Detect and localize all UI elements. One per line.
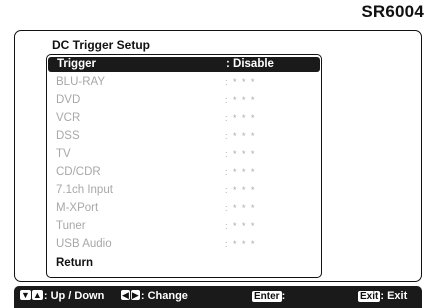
menu-item-label: USB Audio	[56, 238, 112, 250]
menu-item-label: VCR	[56, 112, 81, 124]
menu-item-value: : * * *	[225, 239, 257, 249]
menu-item-dvd: DVD : * * *	[47, 93, 321, 108]
menu-item-value: : * * *	[225, 221, 257, 231]
menu-item-m-xport: M-XPort : * * *	[47, 201, 321, 216]
updown-text: : Up / Down	[43, 290, 105, 302]
menu-item-vcr: VCR : * * *	[47, 111, 321, 126]
change-text: : Change	[140, 290, 188, 302]
exit-guide: Exit: Exit	[358, 290, 407, 302]
right-arrow-icon: ▶	[130, 290, 140, 300]
enter-text: :	[281, 290, 286, 302]
menu-item-label: CD/CDR	[56, 166, 101, 178]
menu-item-value: : * * *	[225, 131, 257, 141]
menu-item-value: : * * *	[225, 167, 257, 177]
menu-item-label: Return	[56, 257, 94, 269]
menu-item-value: : * * *	[225, 185, 257, 195]
menu-item-value: : * * *	[225, 149, 257, 159]
menu-item-cd-cdr: CD/CDR : * * *	[47, 165, 321, 180]
menu-item-7-1ch-input: 7.1ch Input : * * *	[47, 183, 321, 198]
menu-item-label: DVD	[56, 94, 81, 106]
menu-item-tv: TV : * * *	[47, 147, 321, 162]
model-name: SR6004	[361, 2, 424, 21]
enter-key: Enter	[252, 291, 282, 302]
menu-item-label: Tuner	[56, 220, 86, 232]
up-arrow-icon: ▲	[31, 290, 43, 300]
trigger-menu: Trigger : Disable BLU-RAY : * * * DVD : …	[46, 54, 322, 278]
key-guide-bar: ▼ ▲: Up / Down ◀ ▶: Change Enter: Exit: Ex…	[14, 286, 422, 308]
menu-item-label: TV	[56, 148, 71, 160]
menu-item-value: : * * *	[225, 113, 257, 123]
updown-guide: ▼ ▲: Up / Down	[20, 290, 104, 302]
down-arrow-icon: ▼	[20, 290, 31, 300]
menu-item-value: : * * *	[225, 95, 257, 105]
change-guide: ◀ ▶: Change	[121, 290, 188, 302]
menu-item-label: DSS	[56, 130, 80, 142]
enter-guide: Enter:	[252, 290, 285, 302]
left-arrow-icon: ◀	[121, 290, 130, 300]
menu-item-value: : * * *	[225, 77, 257, 87]
menu-item-blu-ray: BLU-RAY : * * *	[47, 75, 321, 90]
menu-item-tuner: Tuner : * * *	[47, 219, 321, 234]
exit-key: Exit	[358, 291, 381, 302]
menu-item-label: BLU-RAY	[56, 76, 105, 88]
menu-item-value: : * * *	[225, 203, 257, 213]
menu-item-dss: DSS : * * *	[47, 129, 321, 144]
menu-item-trigger[interactable]: Trigger : Disable	[48, 57, 320, 72]
menu-item-label: M-XPort	[56, 202, 99, 214]
menu-item-return[interactable]: Return	[47, 256, 321, 271]
menu-item-usb-audio: USB Audio : * * *	[47, 237, 321, 252]
menu-item-label: 7.1ch Input	[56, 184, 113, 196]
page-title: DC Trigger Setup	[52, 38, 151, 52]
exit-text: : Exit	[380, 290, 408, 302]
menu-item-value: : Disable	[226, 58, 274, 70]
menu-item-label: Trigger	[57, 58, 96, 70]
